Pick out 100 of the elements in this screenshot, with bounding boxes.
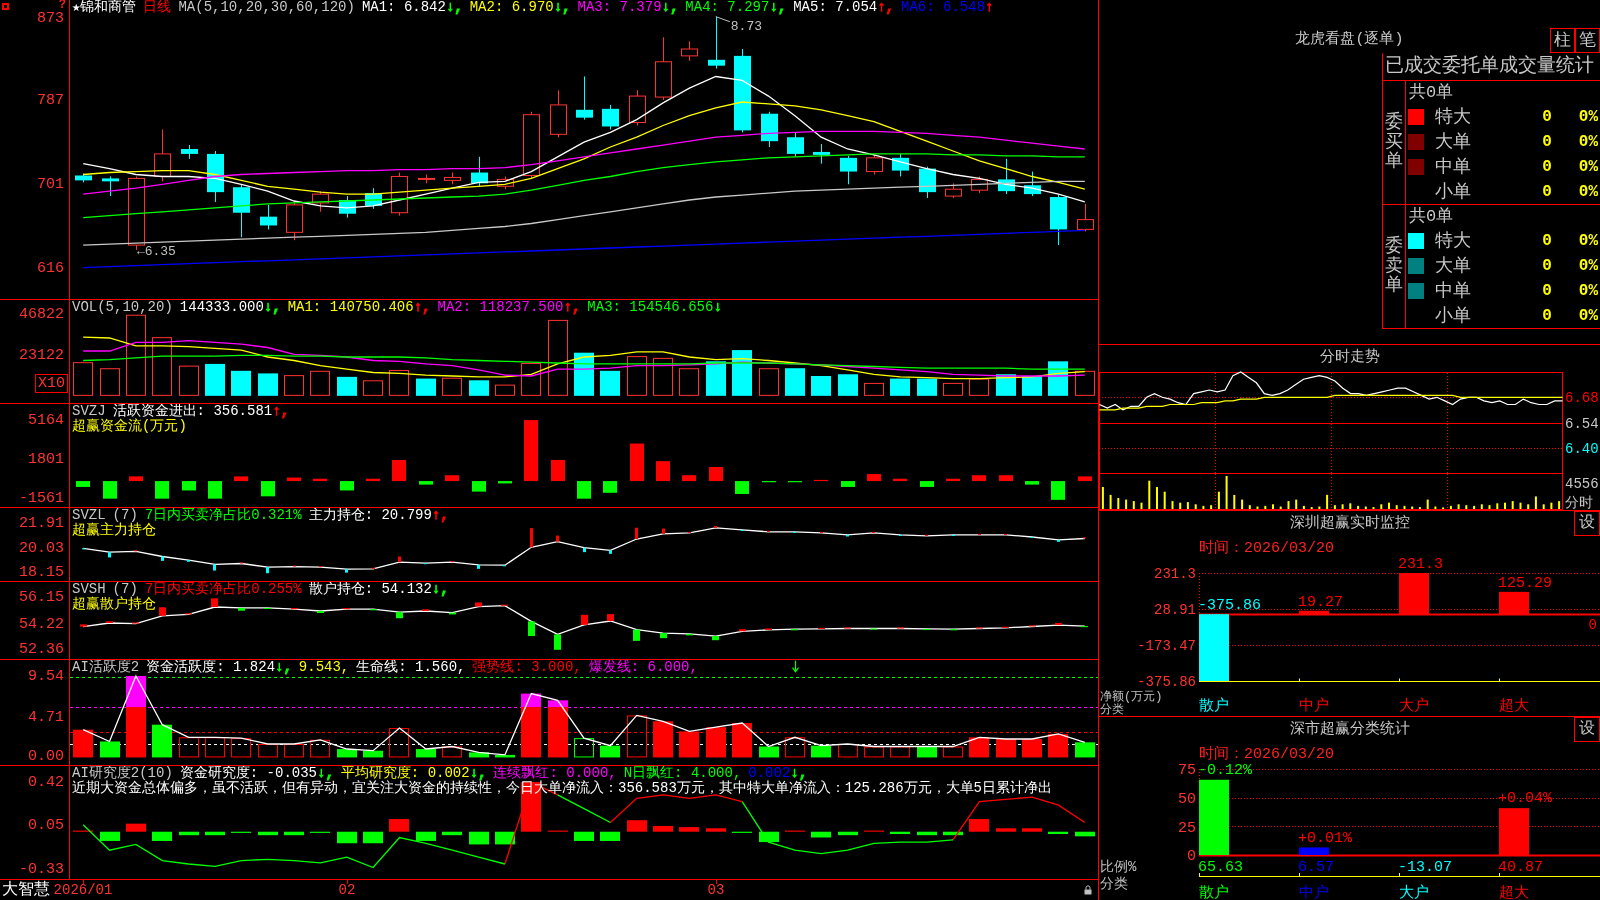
- candlestick: [550, 89, 567, 138]
- size-label: 中单: [1435, 156, 1471, 177]
- panel-title: 分时走势: [1319, 349, 1380, 366]
- reference-line-label: 0: [1588, 616, 1597, 633]
- value-label: 65.63: [1198, 859, 1243, 876]
- side-label: 委买单: [1385, 112, 1403, 173]
- legend-item: 活跃资金进出: 356.581: [112, 404, 273, 419]
- legend-item: (7): [112, 508, 138, 523]
- price-annotation: ←6.35: [136, 244, 176, 259]
- trend-arrow: ↓,: [275, 660, 292, 675]
- category-label: 散户: [1199, 885, 1229, 900]
- help-mark[interactable]: ?: [58, 0, 66, 11]
- view-toggle-button[interactable]: 柱: [1550, 28, 1575, 53]
- axis-title: 净额(万元): [1100, 690, 1163, 704]
- trend-arrow: ↓,: [769, 0, 787, 15]
- candlestick: [761, 111, 778, 148]
- order-share: 0%: [1578, 107, 1598, 128]
- value-label: 231.3: [1398, 556, 1443, 573]
- order-count: 0: [1542, 280, 1552, 301]
- trend-arrow: ↑,: [563, 300, 581, 315]
- trend-arrow: ↑,: [413, 300, 431, 315]
- value-label: 40.87: [1498, 859, 1543, 876]
- trend-arrow: ↓,: [445, 0, 463, 15]
- order-share: 0%: [1578, 256, 1598, 276]
- legend-item: SVZJ: [72, 404, 106, 419]
- order-count: 0: [1542, 132, 1552, 152]
- category-label: 超大: [1499, 885, 1529, 900]
- trend-arrow: ↓,: [317, 766, 334, 781]
- legend-item: MA1: 140750.406: [287, 300, 414, 315]
- axis-tick-label: 54.22: [19, 616, 64, 633]
- order-total: 共0单: [1409, 206, 1454, 227]
- candlestick: [708, 16, 725, 70]
- indicator-subtitle: 超赢主力持仓: [72, 523, 156, 538]
- axis-tick-label: 6.54: [1565, 415, 1599, 432]
- size-label: 大单: [1435, 256, 1471, 276]
- candlestick: [998, 158, 1015, 195]
- legend-item: MA2: 118237.500: [437, 300, 564, 315]
- axis-tick-label: 6.40: [1565, 440, 1599, 457]
- axis-tick-label: -0.33: [19, 861, 64, 878]
- indicator-subtitle: 超赢资金流(万元): [72, 419, 187, 434]
- date-label: 02: [338, 881, 356, 899]
- size-label: 特大: [1435, 107, 1471, 128]
- candlestick: [181, 144, 198, 160]
- category-label: 超大: [1499, 698, 1529, 715]
- legend-item: MA4: 7.297: [685, 0, 770, 15]
- candlestick: [681, 40, 698, 62]
- candlestick: [866, 154, 883, 175]
- timestamp-label: 时间：2026/03/20: [1199, 746, 1334, 763]
- axis-tick-label: 4.71: [28, 709, 64, 726]
- category-label: 大户: [1399, 885, 1429, 900]
- lock-icon: [1084, 885, 1092, 895]
- order-count: 0: [1542, 107, 1552, 128]
- side-label: 委卖单: [1385, 236, 1403, 297]
- legend-item: VOL(5,10,20): [72, 300, 173, 315]
- axis-tick-label: 50: [1178, 790, 1196, 808]
- legend-item: MA(5,10,20,30,60,120): [178, 0, 355, 15]
- axis-tick-label: 5164: [28, 412, 64, 429]
- candlestick: [233, 183, 250, 238]
- candlestick: [418, 174, 435, 184]
- panel-title: 深市超赢分类统计: [1289, 721, 1410, 738]
- candlestick: [497, 175, 514, 190]
- order-share: 0%: [1578, 305, 1598, 326]
- legend-item: SVSH: [72, 582, 106, 597]
- candlestick: [655, 36, 672, 101]
- value-label: 19.27: [1298, 593, 1343, 611]
- candlestick: [919, 166, 936, 199]
- settings-button[interactable]: 设: [1574, 511, 1600, 536]
- size-label: 中单: [1435, 280, 1471, 301]
- legend-item: 爆发线: 6.000,: [588, 660, 698, 675]
- view-toggle-button[interactable]: 笔: [1575, 28, 1600, 53]
- axis-tick-label: 0.05: [28, 818, 64, 834]
- candlestick: [1077, 203, 1094, 232]
- candlestick: [339, 195, 356, 219]
- legend-item: MA6: 6.548: [901, 0, 986, 15]
- candlestick: [971, 175, 988, 194]
- axis-tick-label: -173.47: [1137, 637, 1196, 654]
- indicator-subtitle: 超赢散户持仓: [72, 597, 156, 612]
- axis-tick-label: 52.36: [19, 642, 64, 659]
- candlestick: [787, 131, 804, 158]
- order-share: 0%: [1578, 132, 1598, 152]
- axis-tick-label: 787: [37, 93, 64, 109]
- trend-arrow: ↑,: [272, 404, 290, 419]
- order-count: 0: [1542, 256, 1552, 276]
- category-label: 散户: [1199, 698, 1229, 715]
- trend-arrow: ↓,: [790, 766, 808, 781]
- candlestick: [444, 172, 461, 185]
- order-share: 0%: [1578, 156, 1598, 177]
- trend-arrow: ↓,: [469, 766, 487, 781]
- category-label: 中户: [1299, 698, 1329, 715]
- trend-arrow: ↑,: [431, 508, 449, 523]
- settings-button[interactable]: 设: [1574, 717, 1600, 742]
- order-count: 0: [1542, 305, 1552, 326]
- axis-tick-label: -1561: [19, 491, 64, 507]
- annotation: 8.73: [730, 18, 763, 34]
- axis-tick-label: 56.15: [19, 590, 64, 607]
- axis-tick-label: 231.3: [1154, 565, 1196, 582]
- size-label: 特大: [1435, 231, 1471, 252]
- legend-item: MA2: 6.970: [469, 0, 554, 15]
- scale-label: 4556: [1565, 476, 1599, 492]
- order-share: 0%: [1578, 181, 1598, 202]
